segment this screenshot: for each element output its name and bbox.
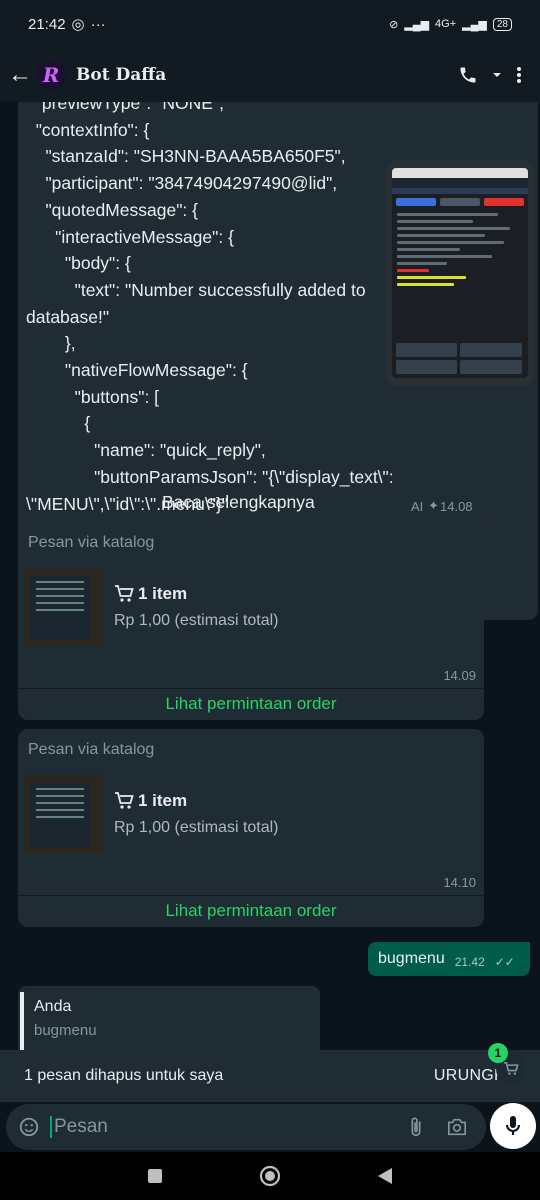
outgoing-time: 21.42 [454, 955, 485, 969]
chevron-down-icon[interactable] [492, 70, 502, 80]
whatsapp-status-icon: ◎ [71, 16, 85, 33]
read-more-link[interactable]: Baca selengkapnya [162, 489, 540, 516]
item-count: 1 item [114, 791, 187, 811]
camera-icon[interactable] [446, 1117, 468, 1137]
code-message-time: 14.08 [440, 499, 473, 514]
voice-record-button[interactable] [490, 1103, 536, 1149]
emoji-sticker-icon[interactable] [18, 1116, 40, 1138]
chat-header: ← R Bot Daffa [0, 48, 540, 102]
catalog-message[interactable]: Pesan via katalog 1 item Rp 1,00 (estima… [18, 729, 484, 927]
code-line: "contextInfo": { [26, 119, 150, 140]
recents-icon[interactable] [147, 1168, 163, 1184]
avatar[interactable]: R [36, 60, 66, 90]
quote-text: bugmenu [34, 1022, 97, 1039]
system-nav-bar [0, 1152, 540, 1200]
reply-quote-preview[interactable]: Anda bugmenu [18, 986, 320, 1050]
catalog-message[interactable]: Pesan via katalog 1 item Rp 1,00 (estima… [18, 522, 484, 720]
battery-level: 28 [492, 17, 512, 31]
message-composer[interactable]: Pesan [6, 1104, 486, 1150]
code-line: "buttonParamsJson": "{\"display_text\": [26, 466, 394, 487]
ai-sparkle-icon: ✦ [428, 498, 439, 513]
cart-icon [115, 792, 134, 809]
signal2-icon: ▂▄▆ [462, 18, 487, 31]
item-count-text: 1 item [138, 791, 188, 810]
product-image[interactable] [24, 568, 103, 646]
catalog-label: Pesan via katalog [28, 534, 155, 551]
message-input[interactable]: Pesan [50, 1116, 408, 1138]
home-icon[interactable] [259, 1165, 281, 1187]
attach-icon[interactable] [408, 1116, 424, 1138]
view-order-button[interactable]: Lihat permintaan order [18, 688, 484, 720]
thumbnail-screen [392, 168, 528, 378]
item-count: 1 item [114, 584, 187, 604]
estimated-price: Rp 1,00 (estimasi total) [114, 819, 279, 836]
network-label: 4G+ [435, 18, 457, 30]
item-count-text: 1 item [138, 584, 188, 603]
view-order-button[interactable]: Lihat permintaan order [18, 895, 484, 927]
cart-badge: 1 [488, 1043, 508, 1063]
deleted-snackbar: 1 pesan dihapus untuk saya URUNGKA [0, 1050, 540, 1102]
more-status-icon: ··· [90, 15, 106, 33]
outgoing-message[interactable]: bugmenu 21.42 ✓✓ [368, 942, 530, 976]
code-line: "buttons": [ [26, 386, 160, 407]
product-image[interactable] [24, 775, 103, 853]
outgoing-text: bugmenu [378, 950, 445, 967]
code-line: "name": "quick_reply", [26, 440, 266, 461]
code-line: { [26, 413, 91, 434]
read-receipt-icon: ✓✓ [494, 955, 515, 969]
avatar-letter: R [42, 63, 60, 87]
signal-icon: ▂▄▆ [404, 18, 430, 31]
status-bar: 21:42 ◎ ··· ⊘ ▂▄▆ 4G+ ▂▄▆ 28 [0, 0, 540, 48]
code-line: "previewType": "NONE", [26, 102, 224, 113]
chat-area[interactable]: "previewType": "NONE", "contextInfo": { … [0, 102, 540, 1050]
back-icon[interactable] [377, 1167, 393, 1185]
overflow-menu-icon[interactable] [516, 66, 522, 84]
status-time: 21:42 [28, 15, 66, 33]
catalog-time: 14.10 [443, 875, 476, 890]
deleted-text: 1 pesan dihapus untuk saya [24, 1067, 224, 1084]
cart-icon [504, 1062, 519, 1075]
screenshot-thumbnail[interactable] [386, 160, 534, 386]
ai-label: AI [411, 499, 424, 514]
chat-title[interactable]: Bot Daffa [76, 65, 166, 85]
phone-call-icon[interactable] [458, 65, 478, 85]
cart-icon [115, 585, 134, 602]
back-arrow-icon[interactable]: ← [8, 61, 34, 89]
link-icon: ⊘ [389, 18, 399, 31]
estimated-price: Rp 1,00 (estimasi total) [114, 612, 279, 629]
catalog-label: Pesan via katalog [28, 741, 155, 758]
catalog-time: 14.09 [443, 668, 476, 683]
quote-author: Anda [34, 998, 72, 1015]
microphone-icon [506, 1116, 520, 1135]
